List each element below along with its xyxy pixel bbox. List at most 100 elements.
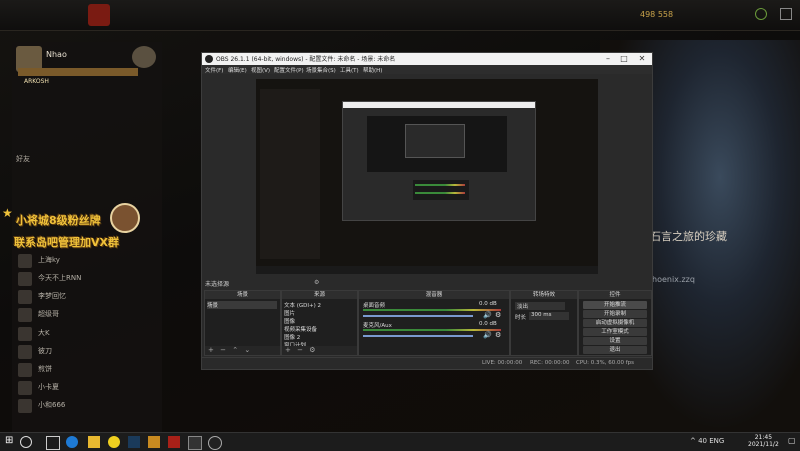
mixer-track-name: 麦克风/Aux	[363, 323, 392, 329]
app-icon[interactable]	[148, 436, 160, 448]
volume-slider[interactable]	[363, 315, 473, 317]
list-item[interactable]: 大K	[18, 327, 158, 343]
duration-input[interactable]: 300 ms	[529, 312, 569, 320]
window-title: OBS 26.1.1 (64-bit, windows) - 配置文件: 未命名…	[216, 56, 396, 63]
close-icon[interactable]: ✕	[634, 53, 650, 65]
add-icon[interactable]: +	[208, 346, 214, 354]
exit-button[interactable]: 退出	[583, 346, 647, 354]
avatar	[18, 308, 32, 322]
mixer-track-name: 桌面音频	[363, 303, 386, 309]
add-icon[interactable]: +	[285, 346, 291, 354]
list-item[interactable]: 小和666	[18, 399, 158, 415]
nested-preview	[367, 116, 507, 172]
menu-edit[interactable]: 编辑(E)	[228, 66, 247, 74]
speaker-icon[interactable]: 🔊	[483, 331, 492, 339]
scene-item[interactable]: 场景	[207, 301, 277, 309]
captured-taskbar	[256, 266, 598, 274]
start-recording-button[interactable]: 开始录制	[583, 310, 647, 318]
menu-tools[interactable]: 工具(T)	[340, 66, 359, 74]
edge-icon[interactable]	[66, 436, 78, 448]
gear-icon[interactable]: ⚙	[309, 346, 315, 354]
hero-subtitle: hoenix.zzq	[652, 275, 695, 284]
controls-dock: 控件 开始推流 开始录制 启动虚拟摄像机 工作室模式 设置 退出	[578, 290, 652, 356]
avatar	[18, 290, 32, 304]
friend-name: 小和666	[38, 401, 66, 409]
source-item[interactable]: 图像	[284, 317, 295, 325]
source-item[interactable]: 图像 2	[284, 333, 300, 341]
list-item[interactable]: 今天不上RNN	[18, 272, 158, 288]
volume-slider[interactable]	[363, 335, 473, 337]
menu-file[interactable]: 文件(F)	[205, 66, 223, 74]
obs-logo-icon	[205, 55, 213, 63]
nested-mixer	[413, 180, 469, 200]
app-icon[interactable]	[108, 436, 120, 448]
search-icon[interactable]	[20, 436, 32, 448]
window-titlebar[interactable]: OBS 26.1.1 (64-bit, windows) - 配置文件: 未命名…	[202, 53, 652, 65]
speaker-icon[interactable]: 🔊	[483, 311, 492, 319]
app-icon[interactable]	[188, 436, 202, 450]
friend-name: 大K	[38, 329, 50, 337]
gear-icon[interactable]: ⚙	[495, 311, 501, 319]
nested-obs-window	[342, 101, 536, 221]
avatar	[18, 345, 32, 359]
menu-view[interactable]: 视图(V)	[251, 66, 270, 74]
list-item[interactable]: 上海ky	[18, 254, 158, 270]
menu-profile[interactable]: 配置文件(P)	[274, 66, 304, 74]
add-icon[interactable]	[755, 8, 767, 20]
list-item[interactable]: 煎饼	[18, 363, 158, 379]
menu-bar: 文件(F) 编辑(E) 视图(V) 配置文件(P) 场景集合(S) 工具(T) …	[202, 65, 652, 74]
audio-meter	[363, 309, 501, 311]
remove-icon[interactable]: −	[220, 346, 226, 354]
list-item[interactable]: 李梦回忆	[18, 290, 158, 306]
sticker-badge-icon	[110, 203, 140, 233]
steam-icon[interactable]	[128, 436, 140, 448]
controls-header: 控件	[579, 291, 651, 299]
remove-icon[interactable]: −	[297, 346, 303, 354]
studio-mode-button[interactable]: 工作室模式	[583, 328, 647, 336]
down-icon[interactable]: ⌄	[244, 346, 250, 354]
source-item[interactable]: 图片	[284, 309, 295, 317]
transition-select[interactable]: 淡出	[515, 302, 565, 310]
list-item[interactable]: 小卡夏	[18, 381, 158, 397]
clock[interactable]: 21:45 2021/11/2	[748, 434, 779, 448]
list-item[interactable]: 彼刀	[18, 345, 158, 361]
start-virtual-camera-button[interactable]: 启动虚拟摄像机	[583, 319, 647, 327]
game-topbar: 498 558	[0, 0, 800, 31]
menu-icon[interactable]	[780, 8, 792, 20]
source-item[interactable]: 视频采集设备	[284, 325, 317, 333]
gear-icon[interactable]: ⚙	[495, 331, 501, 339]
friend-name: 超级哥	[38, 310, 59, 318]
windows-start-icon[interactable]: ⊞	[5, 435, 13, 446]
minimize-icon[interactable]: –	[600, 53, 616, 65]
menu-scene-collection[interactable]: 场景集合(S)	[306, 66, 336, 74]
task-view-icon[interactable]	[46, 436, 60, 450]
source-item[interactable]: 文本 (GDI+) 2	[284, 301, 321, 309]
profile-tag-bar: ARKOSH	[18, 68, 138, 85]
system-tray[interactable]: ^ 40 ENG	[690, 437, 724, 445]
obs-icon[interactable]	[208, 436, 222, 450]
profile-name: Nhao	[46, 50, 67, 59]
settings-button[interactable]: 设置	[583, 337, 647, 345]
nested-titlebar	[343, 102, 535, 108]
gear-icon[interactable]: ⚙	[314, 279, 319, 286]
cpu-status: CPU: 0.3%, 60.00 fps	[576, 360, 635, 366]
file-explorer-icon[interactable]	[88, 436, 100, 448]
up-icon[interactable]: ⌃	[232, 346, 238, 354]
sources-toolbar: + − ⚙	[282, 346, 357, 355]
maximize-icon[interactable]: □	[616, 53, 632, 65]
profile-tag: ARKOSH	[24, 78, 49, 85]
obs-preview-canvas[interactable]	[256, 79, 598, 274]
captured-desktop	[256, 79, 598, 274]
list-item[interactable]: 超级哥	[18, 308, 158, 324]
notification-icon[interactable]: ▢	[788, 436, 796, 445]
friend-name: 煎饼	[38, 365, 52, 373]
menu-help[interactable]: 帮助(H)	[363, 66, 382, 74]
start-streaming-button[interactable]: 开始推流	[583, 301, 647, 309]
friends-header: 好友	[16, 155, 30, 163]
status-bar: LIVE: 00:00:00 REC: 00:00:00 CPU: 0.3%, …	[202, 357, 652, 369]
dota-logo-icon[interactable]	[88, 4, 110, 26]
avatar	[18, 254, 32, 268]
nested-obs-window-2	[405, 124, 465, 158]
captured-profile-panel	[260, 89, 320, 259]
dota-icon[interactable]	[168, 436, 180, 448]
